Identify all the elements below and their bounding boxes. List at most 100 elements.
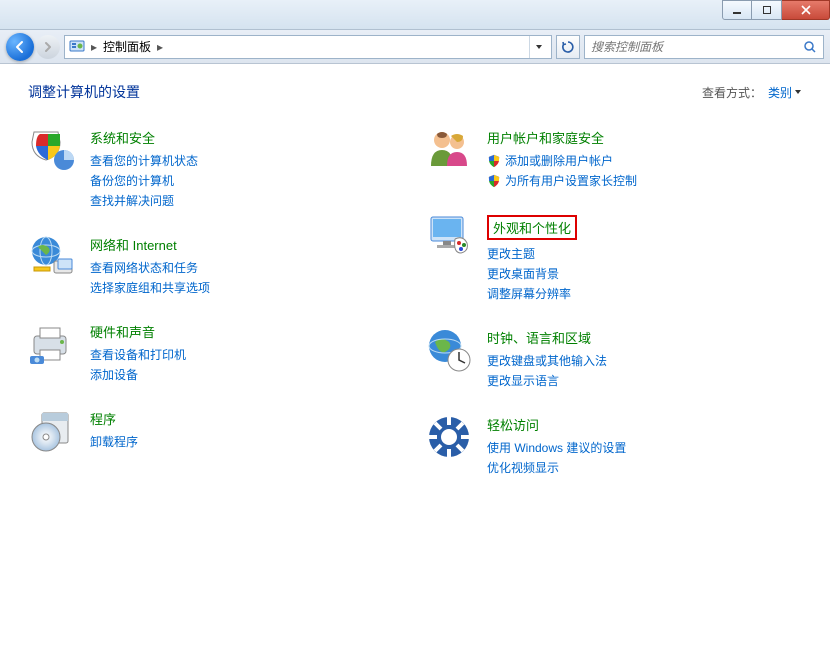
sublink-label: 添加设备 [90, 365, 138, 385]
sublink[interactable]: 优化视频显示 [487, 458, 626, 478]
clock-language-icon[interactable] [425, 326, 473, 374]
category-title-ease-of-access[interactable]: 轻松访问 [487, 415, 626, 434]
sublink-label: 查看您的计算机状态 [90, 151, 198, 171]
sublink[interactable]: 添加设备 [90, 365, 186, 385]
sublink-label: 更改桌面背景 [487, 264, 559, 284]
sublink[interactable]: 更改显示语言 [487, 371, 607, 391]
sublink-label: 为所有用户设置家长控制 [505, 171, 637, 191]
categories-left-column: 系统和安全查看您的计算机状态备份您的计算机查找并解决问题网络和 Internet… [28, 126, 405, 478]
breadcrumb-root[interactable]: 控制面板 [103, 38, 151, 55]
system-security-icon[interactable] [28, 126, 76, 174]
category-user-accounts: 用户帐户和家庭安全添加或删除用户帐户为所有用户设置家长控制 [425, 126, 802, 191]
sublink[interactable]: 调整屏幕分辨率 [487, 284, 577, 304]
arrow-left-icon [13, 40, 27, 54]
ease-of-access-icon[interactable] [425, 413, 473, 461]
sublink-label: 使用 Windows 建议的设置 [487, 438, 626, 458]
sublink-label: 备份您的计算机 [90, 171, 174, 191]
sublink[interactable]: 更改键盘或其他输入法 [487, 351, 607, 371]
sublink-label: 更改显示语言 [487, 371, 559, 391]
category-body: 外观和个性化更改主题更改桌面背景调整屏幕分辨率 [487, 213, 577, 304]
control-panel-icon [69, 39, 85, 55]
category-body: 系统和安全查看您的计算机状态备份您的计算机查找并解决问题 [90, 126, 198, 211]
category-title-clock-language[interactable]: 时钟、语言和区域 [487, 328, 607, 347]
categories-grid: 系统和安全查看您的计算机状态备份您的计算机查找并解决问题网络和 Internet… [28, 126, 802, 478]
minimize-button[interactable] [722, 0, 752, 20]
sublink-label: 查看网络状态和任务 [90, 258, 198, 278]
chevron-down-icon [535, 43, 543, 51]
sublink-label: 调整屏幕分辨率 [487, 284, 571, 304]
category-body: 硬件和声音查看设备和打印机添加设备 [90, 320, 186, 385]
sublink-label: 选择家庭组和共享选项 [90, 278, 210, 298]
uac-shield-icon [487, 154, 501, 168]
appearance-icon[interactable] [425, 213, 473, 261]
window-controls [722, 0, 830, 20]
uac-shield-icon [487, 174, 501, 188]
sublink[interactable]: 备份您的计算机 [90, 171, 198, 191]
chevron-down-icon [794, 88, 802, 96]
network-internet-icon[interactable] [28, 233, 76, 281]
sublink[interactable]: 更改主题 [487, 244, 577, 264]
sublink[interactable]: 查看网络状态和任务 [90, 258, 210, 278]
forward-button[interactable] [36, 35, 60, 59]
sublink-label: 查看设备和打印机 [90, 345, 186, 365]
sublink[interactable]: 查找并解决问题 [90, 191, 198, 211]
hardware-sound-icon[interactable] [28, 320, 76, 368]
sublink[interactable]: 查看设备和打印机 [90, 345, 186, 365]
content-header: 调整计算机的设置 查看方式： 类别 [28, 82, 802, 102]
sublink-label: 添加或删除用户帐户 [505, 151, 613, 171]
category-programs: 程序卸载程序 [28, 407, 405, 455]
category-ease-of-access: 轻松访问使用 Windows 建议的设置优化视频显示 [425, 413, 802, 478]
close-icon [801, 5, 811, 15]
categories-right-column: 用户帐户和家庭安全添加或删除用户帐户为所有用户设置家长控制外观和个性化更改主题更… [425, 126, 802, 478]
sublink[interactable]: 卸载程序 [90, 432, 138, 452]
content-area: 调整计算机的设置 查看方式： 类别 系统和安全查看您的计算机状态备份您的计算机查… [0, 64, 830, 651]
maximize-button[interactable] [752, 0, 782, 20]
category-title-hardware-sound[interactable]: 硬件和声音 [90, 322, 186, 341]
maximize-icon [763, 6, 771, 14]
nav-buttons [6, 33, 60, 61]
search-input[interactable] [591, 40, 803, 54]
sublink[interactable]: 为所有用户设置家长控制 [487, 171, 637, 191]
address-bar[interactable]: ▸ 控制面板 ▸ [64, 35, 552, 59]
category-network-internet: 网络和 Internet 查看网络状态和任务选择家庭组和共享选项 [28, 233, 405, 298]
close-button[interactable] [782, 0, 830, 20]
sublink-label: 更改键盘或其他输入法 [487, 351, 607, 371]
category-title-appearance[interactable]: 外观和个性化 [487, 215, 577, 240]
category-body: 程序卸载程序 [90, 407, 138, 455]
category-body: 用户帐户和家庭安全添加或删除用户帐户为所有用户设置家长控制 [487, 126, 637, 191]
category-body: 时钟、语言和区域更改键盘或其他输入法更改显示语言 [487, 326, 607, 391]
category-title-network-internet[interactable]: 网络和 Internet [90, 235, 210, 254]
view-control: 查看方式： 类别 [702, 84, 802, 101]
category-body: 轻松访问使用 Windows 建议的设置优化视频显示 [487, 413, 626, 478]
category-system-security: 系统和安全查看您的计算机状态备份您的计算机查找并解决问题 [28, 126, 405, 211]
user-accounts-icon[interactable] [425, 126, 473, 174]
search-icon [803, 40, 817, 54]
breadcrumb-separator: ▸ [157, 40, 163, 54]
view-value: 类别 [768, 84, 792, 101]
category-title-user-accounts[interactable]: 用户帐户和家庭安全 [487, 128, 637, 147]
refresh-icon [561, 40, 575, 54]
arrow-right-icon [42, 41, 54, 53]
sublink-label: 卸载程序 [90, 432, 138, 452]
search-box[interactable] [584, 35, 824, 59]
control-panel-window: ▸ 控制面板 ▸ 调整计算机的设置 查看方式： 类别 [0, 0, 830, 651]
breadcrumb-separator: ▸ [91, 40, 97, 54]
programs-icon[interactable] [28, 407, 76, 455]
category-title-programs[interactable]: 程序 [90, 409, 138, 428]
sublink[interactable]: 选择家庭组和共享选项 [90, 278, 210, 298]
sublink[interactable]: 使用 Windows 建议的设置 [487, 438, 626, 458]
back-button[interactable] [6, 33, 34, 61]
sublink[interactable]: 查看您的计算机状态 [90, 151, 198, 171]
sublink-label: 更改主题 [487, 244, 535, 264]
page-title: 调整计算机的设置 [28, 82, 140, 102]
category-body: 网络和 Internet 查看网络状态和任务选择家庭组和共享选项 [90, 233, 210, 298]
category-title-system-security[interactable]: 系统和安全 [90, 128, 198, 147]
sublink[interactable]: 更改桌面背景 [487, 264, 577, 284]
titlebar [0, 0, 830, 30]
breadcrumb-dropdown[interactable] [529, 36, 547, 58]
view-label: 查看方式： [702, 84, 762, 101]
navigation-bar: ▸ 控制面板 ▸ [0, 30, 830, 64]
sublink[interactable]: 添加或删除用户帐户 [487, 151, 637, 171]
view-dropdown[interactable]: 类别 [768, 84, 802, 101]
refresh-button[interactable] [556, 35, 580, 59]
